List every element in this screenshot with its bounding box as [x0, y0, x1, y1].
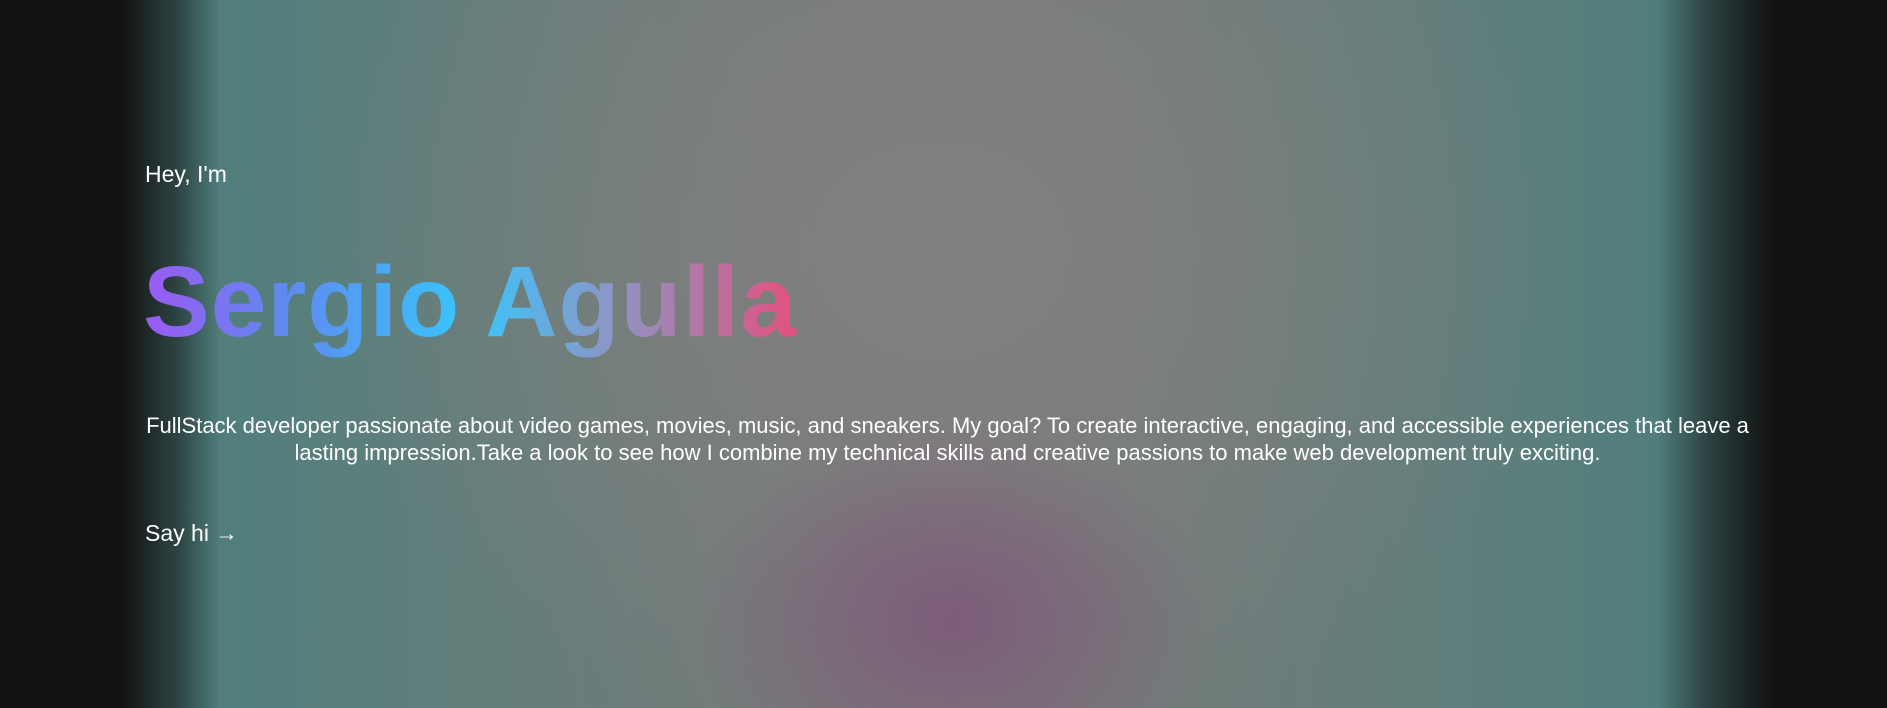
say-hi-label: Say hi [145, 520, 209, 546]
bio-paragraph: FullStack developer passionate about vid… [146, 413, 1749, 465]
greeting-text: Hey, I'm [145, 161, 227, 187]
arrow-right-icon: → [214, 520, 238, 546]
hero-section: Hey, I'm Sergio Agulla FullStack develop… [0, 0, 1887, 708]
say-hi-link[interactable]: Say hi → [145, 519, 238, 547]
hero-content: Hey, I'm Sergio Agulla FullStack develop… [143, 0, 1750, 708]
hero-name-heading: Sergio Agulla [143, 246, 797, 358]
